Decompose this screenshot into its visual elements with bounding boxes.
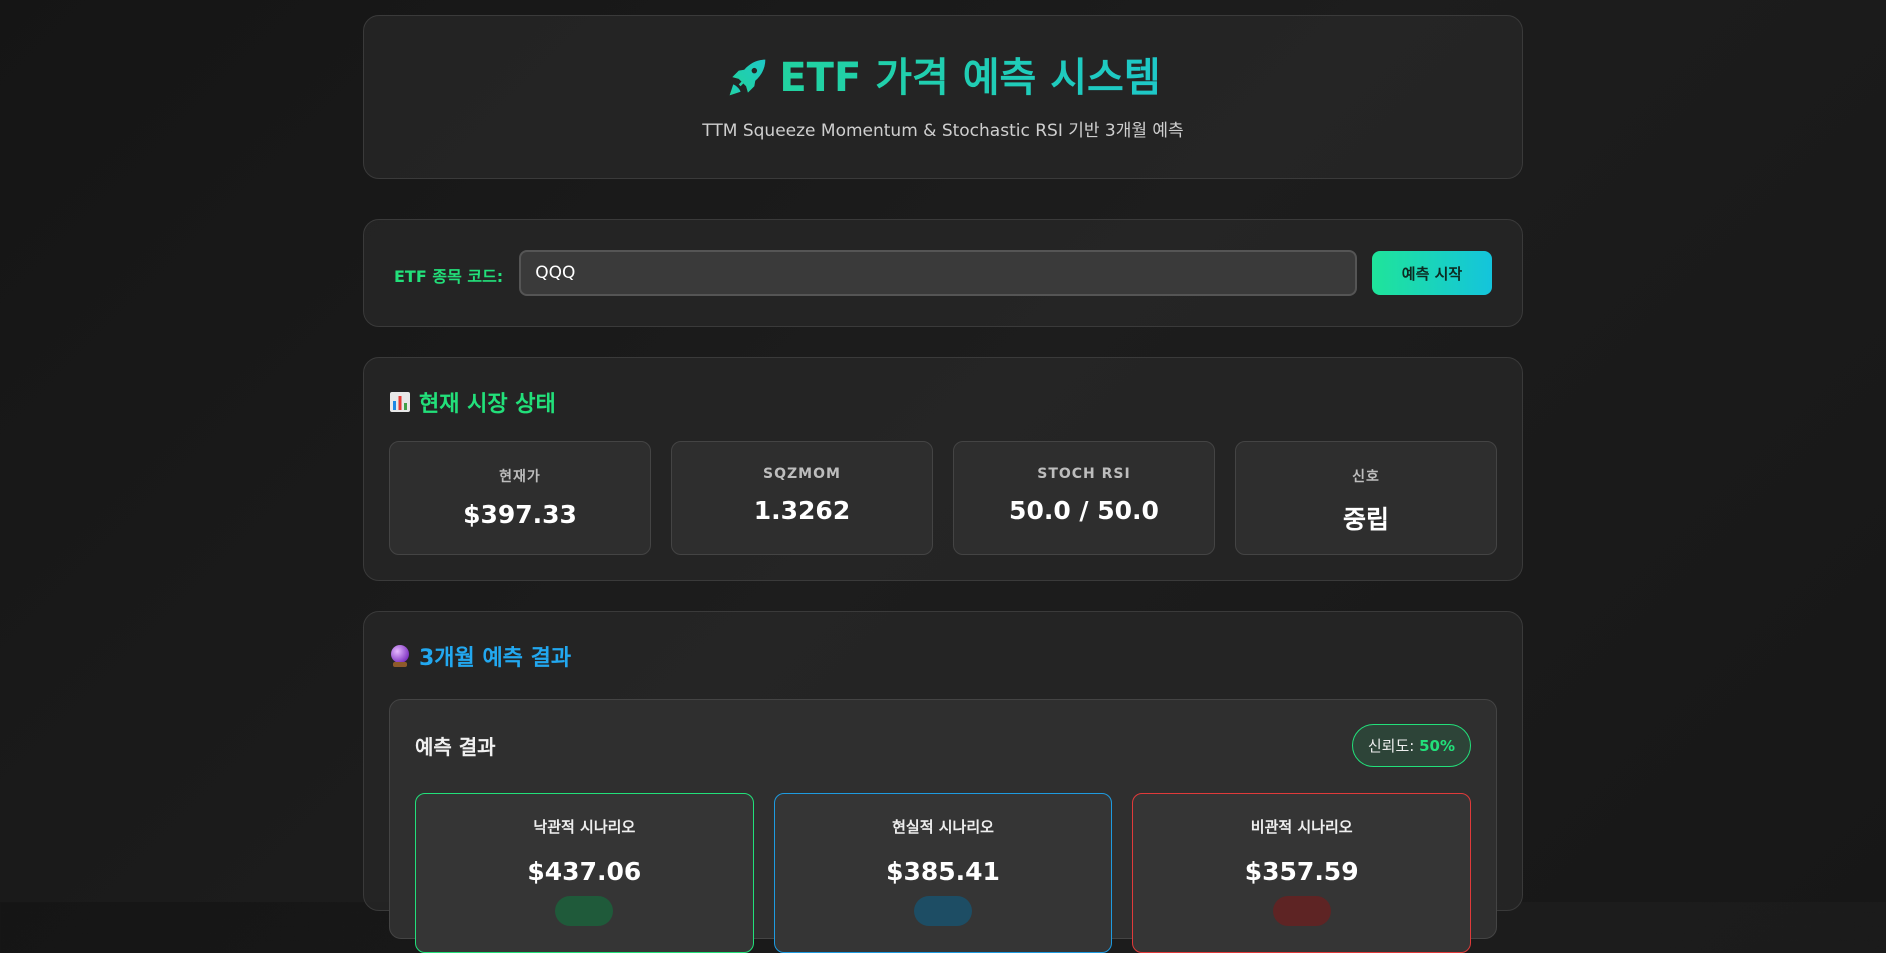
market-status-title: 현재 시장 상태 — [389, 386, 1497, 418]
prediction-title: 3개월 예측 결과 — [389, 640, 1497, 672]
rocket-icon — [729, 59, 766, 96]
header-card: ETF 가격 예측 시스템 TTM Squeeze Momentum & Sto… — [363, 15, 1523, 179]
stat-signal: 신호 중립 — [1235, 441, 1497, 555]
scenario-row: 낙관적 시나리오 $437.06 현실적 시나리오 $385.41 비관적 시나… — [415, 793, 1472, 953]
scenario-price: $437.06 — [527, 857, 642, 886]
scenario-optimistic: 낙관적 시나리오 $437.06 — [415, 793, 754, 953]
confidence-badge: 신뢰도: 50% — [1351, 724, 1471, 767]
page-subtitle: TTM Squeeze Momentum & Stochastic RSI 기반… — [702, 121, 1184, 141]
predict-button[interactable]: 예측 시작 — [1372, 251, 1492, 295]
input-card: ETF 종목 코드: 예측 시작 — [363, 219, 1523, 327]
stat-label: 신호 — [1352, 469, 1380, 485]
prediction-title-text: 3개월 예측 결과 — [419, 646, 572, 671]
stat-value: 중립 — [1342, 505, 1389, 534]
scenario-label: 비관적 시나리오 — [1250, 818, 1353, 836]
prediction-result-title: 예측 결과 — [415, 735, 496, 759]
stat-sqzmom: SQZMOM 1.3262 — [671, 441, 933, 555]
scenario-realistic: 현실적 시나리오 $385.41 — [773, 793, 1113, 953]
scenario-label: 낙관적 시나리오 — [533, 818, 636, 836]
scenario-change-badge — [555, 896, 614, 926]
page-title-text: ETF 가격 예측 시스템 — [779, 55, 1161, 101]
crystal-ball-icon — [391, 645, 409, 667]
stats-row: 현재가 $397.33 SQZMOM 1.3262 STOCH RSI 50.0… — [389, 441, 1497, 555]
page-title: ETF 가격 예측 시스템 — [725, 54, 1160, 102]
market-status-title-text: 현재 시장 상태 — [419, 392, 556, 417]
prediction-result-header: 예측 결과 신뢰도: 50% — [415, 724, 1471, 767]
stat-value: 1.3262 — [753, 496, 851, 525]
prediction-card: 3개월 예측 결과 예측 결과 신뢰도: 50% 낙관적 시나리오 $437.0… — [363, 611, 1523, 953]
scenario-pessimistic: 비관적 시나리오 $357.59 — [1132, 793, 1472, 953]
stat-value: $397.33 — [463, 500, 577, 529]
ticker-input[interactable] — [519, 250, 1357, 296]
ticker-label: ETF 종목 코드: — [394, 267, 504, 286]
confidence-value: 50% — [1419, 737, 1455, 755]
confidence-label: 신뢰도: — [1367, 737, 1420, 755]
scenario-change-badge — [914, 896, 972, 926]
stat-current-price: 현재가 $397.33 — [389, 441, 651, 555]
scenario-price: $357.59 — [1244, 857, 1359, 886]
bar-chart-icon — [390, 392, 410, 412]
market-status-card: 현재 시장 상태 현재가 $397.33 SQZMOM 1.3262 STOCH… — [363, 357, 1523, 581]
stat-label: 현재가 — [499, 469, 541, 485]
scenario-change-badge — [1272, 896, 1331, 926]
stat-stoch-rsi: STOCH RSI 50.0 / 50.0 — [953, 441, 1215, 555]
scenario-label: 현실적 시나리오 — [892, 818, 994, 836]
scenario-price: $385.41 — [886, 857, 1000, 886]
stat-label: STOCH RSI — [1037, 466, 1131, 482]
prediction-result-panel: 예측 결과 신뢰도: 50% 낙관적 시나리오 $437.06 현실적 시나리오… — [389, 699, 1497, 953]
app-container: ETF 가격 예측 시스템 TTM Squeeze Momentum & Sto… — [363, 15, 1523, 953]
stat-value: 50.0 / 50.0 — [1009, 496, 1159, 525]
stat-label: SQZMOM — [763, 466, 841, 482]
